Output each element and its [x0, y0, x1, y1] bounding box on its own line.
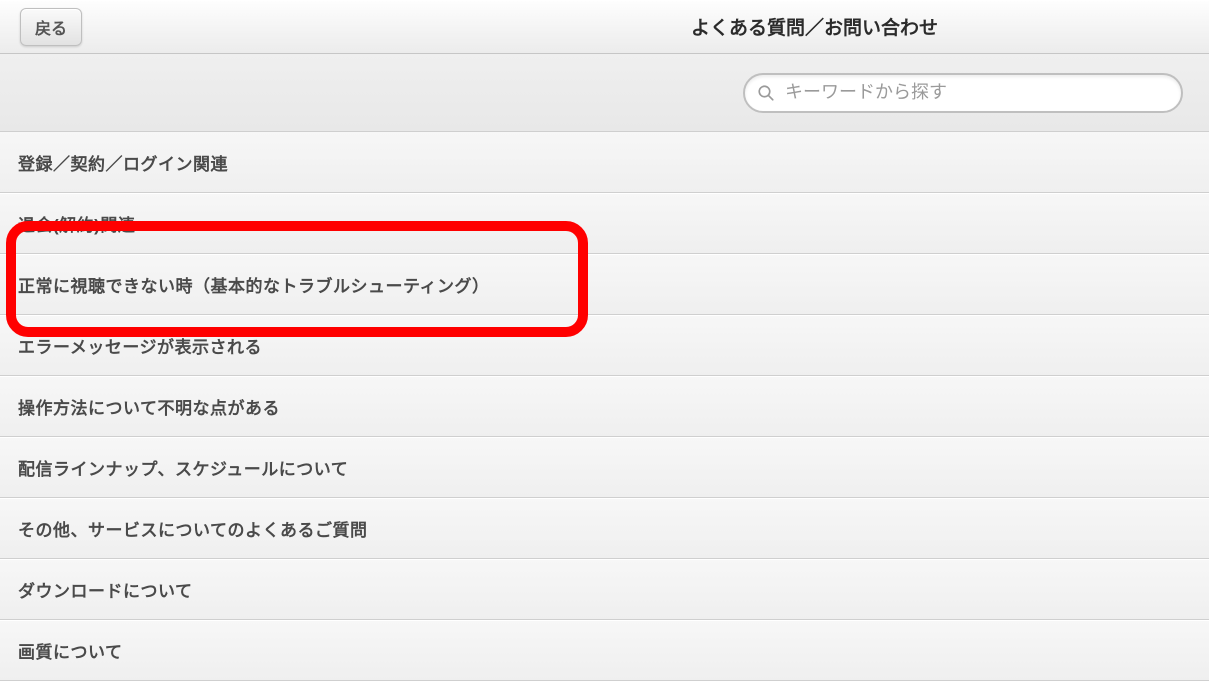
back-button[interactable]: 戻る [20, 8, 82, 46]
category-label: 画質について [18, 638, 123, 663]
category-item[interactable]: 画質について [0, 620, 1209, 681]
category-item[interactable]: 退会(解約)関連 [0, 193, 1209, 254]
category-label: 登録／契約／ログイン関連 [18, 150, 228, 175]
category-label: 配信ラインナップ、スケジュールについて [18, 455, 348, 480]
category-item[interactable]: エラーメッセージが表示される [0, 315, 1209, 376]
category-label: 正常に視聴できない時（基本的なトラブルシューティング） [18, 272, 489, 297]
category-item[interactable]: ダウンロードについて [0, 559, 1209, 620]
category-item[interactable]: 操作方法について不明な点がある [0, 376, 1209, 437]
search-wrap [743, 73, 1183, 113]
category-list: 登録／契約／ログイン関連退会(解約)関連正常に視聴できない時（基本的なトラブルシ… [0, 132, 1209, 681]
category-item[interactable]: その他、サービスについてのよくあるご質問 [0, 498, 1209, 559]
topbar: 戻る よくある質問／お問い合わせ [0, 0, 1209, 54]
category-label: ダウンロードについて [18, 577, 193, 602]
category-label: 退会(解約)関連 [18, 211, 135, 236]
search-row [0, 54, 1209, 132]
category-item[interactable]: 正常に視聴できない時（基本的なトラブルシューティング） [0, 254, 1209, 315]
category-item[interactable]: 登録／契約／ログイン関連 [0, 132, 1209, 193]
category-label: その他、サービスについてのよくあるご質問 [18, 516, 368, 541]
search-input[interactable] [743, 73, 1183, 113]
page-title: よくある質問／お問い合わせ [0, 13, 1209, 40]
category-item[interactable]: 配信ラインナップ、スケジュールについて [0, 437, 1209, 498]
category-label: エラーメッセージが表示される [18, 333, 262, 358]
page-title-text: よくある質問／お問い合わせ [691, 18, 938, 39]
category-label: 操作方法について不明な点がある [18, 394, 280, 419]
